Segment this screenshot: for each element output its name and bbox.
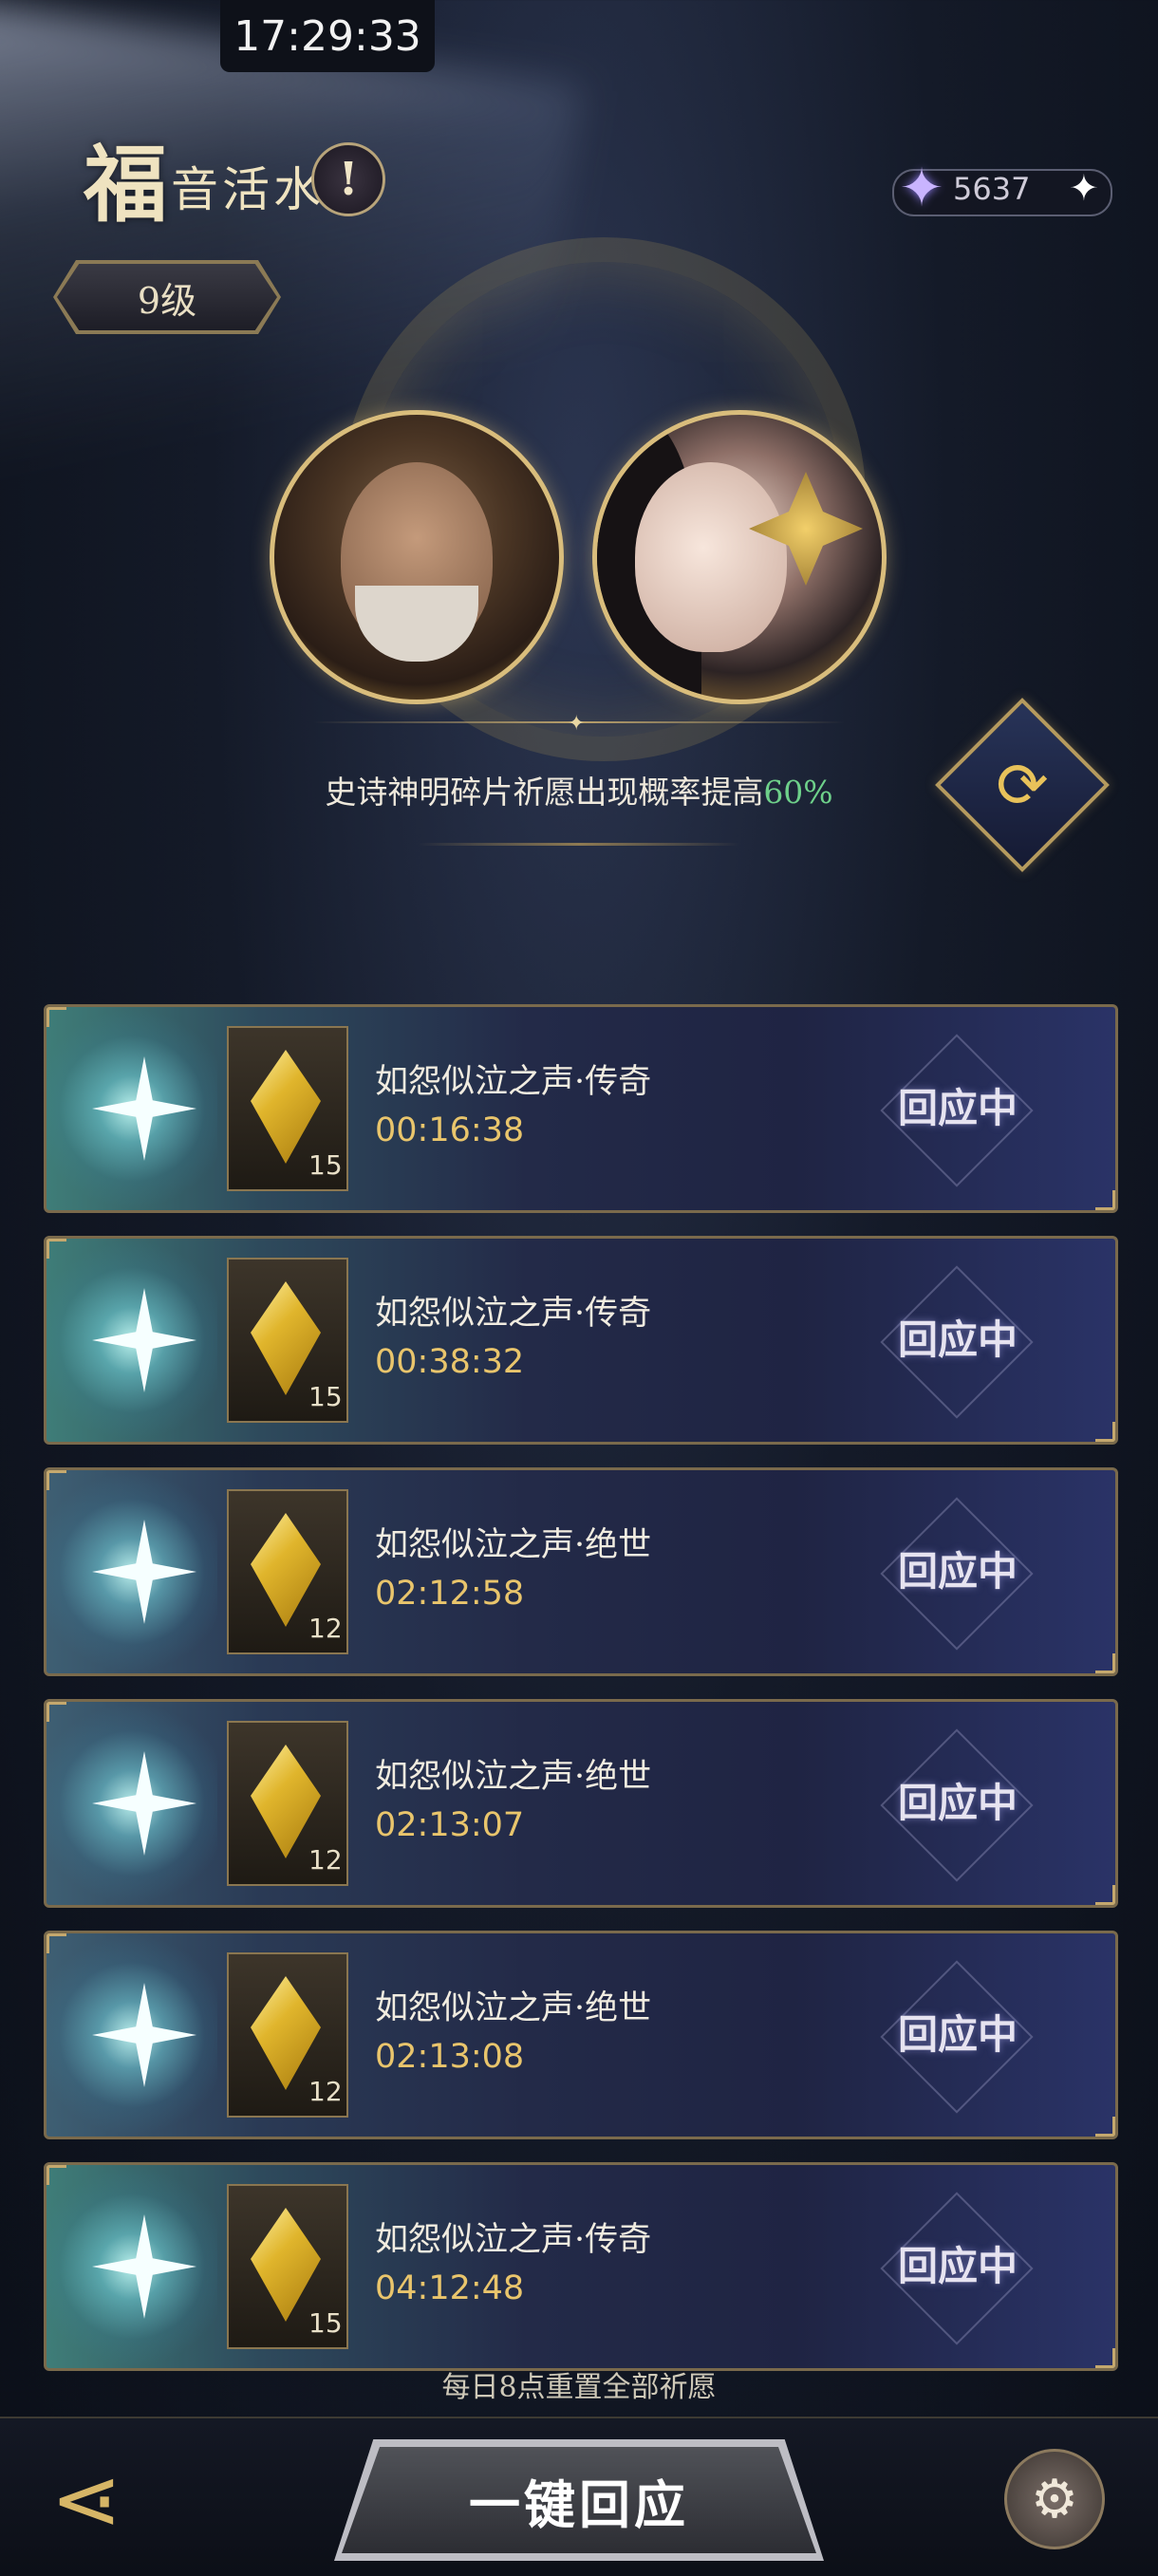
respond-status-button[interactable]: 回应中 — [863, 1539, 1053, 1605]
wish-timer: 02:12:58 — [375, 1575, 525, 1613]
refresh-icon[interactable]: ⟳ — [961, 723, 1084, 847]
wish-name: 如怨似泣之声·传奇 — [375, 2221, 652, 2259]
wish-timer: 02:13:07 — [375, 1806, 525, 1844]
divider-star-icon: ✦ — [568, 712, 586, 736]
page-title-big: 福 — [84, 135, 168, 233]
respond-status-button[interactable]: 回应中 — [863, 2233, 1053, 2300]
respond-status-button[interactable]: 回应中 — [863, 2002, 1053, 2068]
portrait-beard — [355, 586, 478, 662]
item-count: 15 — [308, 1381, 343, 1412]
wish-card[interactable]: 15 如怨似泣之声·传奇 04:12:48 回应中 — [44, 2162, 1118, 2371]
respond-all-button[interactable]: 一键回应 — [342, 2447, 816, 2553]
star-gem-icon: ✦ — [899, 158, 944, 219]
wish-list: 15 如怨似泣之声·传奇 00:16:38 回应中 15 如怨似泣之声·传奇 0… — [44, 1004, 1118, 2394]
card-corner — [47, 1007, 66, 1027]
item-count: 12 — [308, 2076, 343, 2107]
card-corner — [1095, 2117, 1115, 2137]
card-corner — [47, 1933, 66, 1953]
respond-status-button[interactable]: 回应中 — [863, 1770, 1053, 1837]
plus-sparkle-icon[interactable]: ✦ — [1069, 167, 1099, 209]
boost-text-prefix: 史诗神明碎片祈愿出现概率提高 — [325, 774, 764, 811]
reset-note: 每日8点重置全部祈愿 — [441, 2371, 717, 2404]
wish-name: 如怨似泣之声·绝世 — [375, 1526, 652, 1564]
card-corner — [47, 2165, 66, 2185]
card-corner — [1095, 1885, 1115, 1905]
card-corner — [47, 1702, 66, 1722]
back-arrow-icon[interactable]: ⋖ — [34, 2450, 139, 2549]
portrait-god-female[interactable] — [592, 410, 887, 704]
wish-name: 如怨似泣之声·绝世 — [375, 1989, 652, 2027]
portrait-god-male[interactable] — [270, 410, 564, 704]
respond-status-button[interactable]: 回应中 — [863, 1307, 1053, 1373]
wish-name: 如怨似泣之声·传奇 — [375, 1063, 652, 1101]
level-badge: 9级 — [57, 264, 277, 330]
status-time: 17:29:33 — [220, 0, 435, 72]
item-count: 15 — [308, 2307, 343, 2339]
wish-timer: 02:13:08 — [375, 2038, 525, 2076]
page-title: 福 音活水 — [84, 142, 325, 226]
item-count: 12 — [308, 1613, 343, 1644]
page-title-small: 音活水 — [171, 162, 326, 217]
wish-card[interactable]: 12 如怨似泣之声·绝世 02:12:58 回应中 — [44, 1467, 1118, 1676]
card-corner — [1095, 1422, 1115, 1442]
respond-status-button[interactable]: 回应中 — [863, 1075, 1053, 1142]
wish-card[interactable]: 12 如怨似泣之声·绝世 02:13:08 回应中 — [44, 1931, 1118, 2139]
card-corner — [1095, 1190, 1115, 1210]
wish-timer: 00:38:32 — [375, 1343, 525, 1381]
wish-card[interactable]: 15 如怨似泣之声·传奇 00:16:38 回应中 — [44, 1004, 1118, 1213]
wish-name: 如怨似泣之声·传奇 — [375, 1295, 652, 1333]
wish-card[interactable]: 12 如怨似泣之声·绝世 02:13:07 回应中 — [44, 1699, 1118, 1908]
currency-value: 5637 — [953, 171, 1031, 207]
boost-percent: 60% — [763, 774, 833, 811]
wish-timer: 04:12:48 — [375, 2269, 525, 2307]
boost-underline — [418, 843, 740, 846]
wish-timer: 00:16:38 — [375, 1111, 525, 1149]
item-count: 15 — [308, 1149, 343, 1181]
card-corner — [1095, 1653, 1115, 1673]
gear-icon[interactable]: ⚙ — [1004, 2449, 1105, 2549]
portrait-face — [635, 462, 787, 652]
card-corner — [47, 1239, 66, 1259]
card-corner — [47, 1470, 66, 1490]
wish-card[interactable]: 15 如怨似泣之声·传奇 00:38:32 回应中 — [44, 1236, 1118, 1445]
item-count: 12 — [308, 1844, 343, 1876]
exclamation-icon[interactable]: ! — [311, 142, 385, 216]
wish-name: 如怨似泣之声·绝世 — [375, 1758, 652, 1796]
